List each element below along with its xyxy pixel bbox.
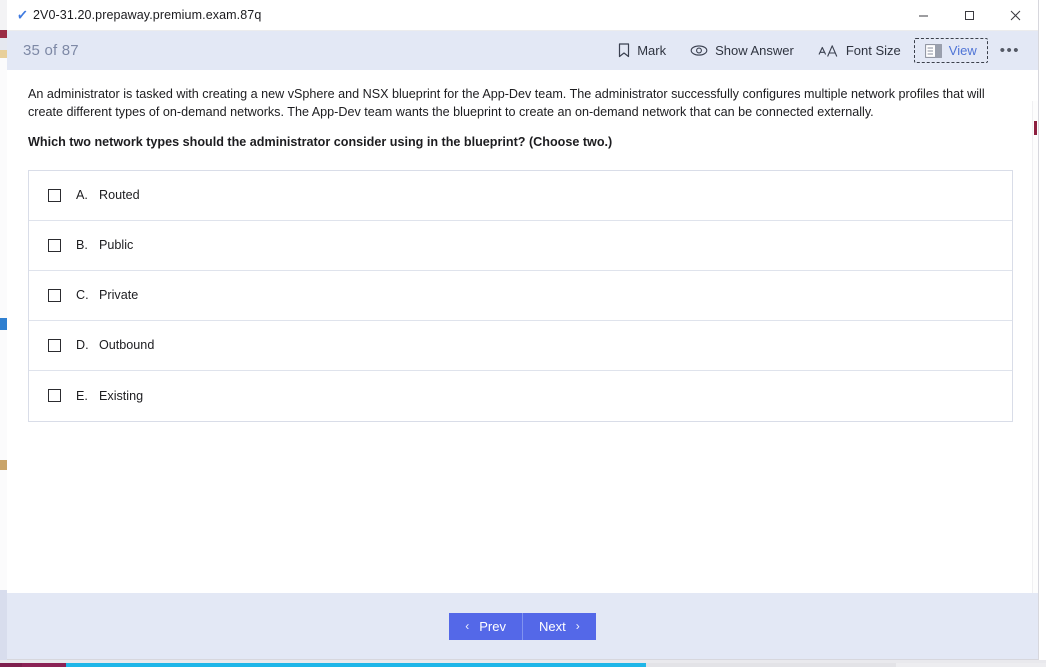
mark-label: Mark: [637, 43, 667, 58]
background-taskbar-strip: [0, 660, 1046, 667]
answer-option-e[interactable]: E. Existing: [29, 371, 1012, 421]
close-button[interactable]: [992, 0, 1038, 31]
question-stem: An administrator is tasked with creating…: [28, 87, 985, 119]
option-c-label: C. Private: [76, 288, 138, 302]
chevron-left-icon: ‹: [465, 619, 470, 633]
chevron-right-icon: ›: [575, 619, 580, 633]
toolbar-buttons: Mark Show Answer Font Size View •••: [607, 38, 1030, 63]
question-prompt: Which two network types should the admin…: [28, 134, 613, 149]
edge-marker: [1034, 121, 1037, 135]
view-label: View: [948, 43, 977, 58]
question-text: An administrator is tasked with creating…: [28, 86, 990, 152]
option-d-label: D. Outbound: [76, 338, 154, 352]
answer-option-d[interactable]: D. Outbound: [29, 321, 1012, 371]
option-e-text: Existing: [99, 388, 144, 403]
answer-option-b[interactable]: B. Public: [29, 221, 1012, 271]
nav-button-group: ‹ Prev Next ›: [449, 612, 596, 640]
checkbox-e[interactable]: [48, 389, 61, 403]
checkbox-c[interactable]: [48, 288, 61, 302]
eye-icon: [690, 44, 708, 57]
option-c-letter: C.: [76, 288, 89, 303]
option-b-text: Public: [99, 238, 134, 253]
answer-option-a[interactable]: A. Routed: [29, 171, 1012, 221]
content-right-edge: [1032, 101, 1038, 593]
mark-button[interactable]: Mark: [607, 38, 677, 63]
option-a-text: Routed: [99, 188, 140, 203]
checkbox-b[interactable]: [48, 238, 61, 252]
answer-options-list: A. Routed B. Public C. Private D. Outbou…: [28, 169, 1013, 422]
option-a-label: A. Routed: [76, 188, 140, 202]
next-label: Next: [539, 618, 566, 634]
font-size-button[interactable]: Font Size: [807, 38, 912, 63]
view-button[interactable]: View: [913, 38, 988, 63]
exam-toolbar: 35 of 87 Mark Show Answer Font Size View…: [7, 31, 1038, 70]
app-logo-checkmark-icon: ✓: [15, 5, 29, 25]
window-title: 2V0-31.20.prepaway.premium.exam.87q: [33, 8, 262, 22]
show-answer-label: Show Answer: [715, 43, 794, 58]
option-d-text: Outbound: [99, 338, 155, 353]
option-b-label: B. Public: [76, 238, 133, 252]
layout-panes-icon: [924, 43, 942, 58]
bookmark-icon: [618, 43, 630, 58]
question-content-area: An administrator is tasked with creating…: [7, 70, 1038, 593]
option-e-label: E. Existing: [76, 389, 143, 403]
next-button[interactable]: Next ›: [523, 612, 596, 640]
minimize-button[interactable]: [900, 0, 946, 31]
question-counter: 35 of 87: [23, 42, 79, 59]
prev-label: Prev: [479, 618, 506, 634]
option-c-text: Private: [99, 288, 139, 303]
option-e-letter: E.: [76, 388, 88, 403]
font-size-label: Font Size: [845, 43, 901, 58]
prev-button[interactable]: ‹ Prev: [449, 612, 523, 640]
window-controls: [900, 0, 1038, 31]
answer-option-c[interactable]: C. Private: [29, 271, 1012, 321]
font-size-icon: [818, 44, 839, 58]
option-b-letter: B.: [76, 238, 88, 253]
exam-simulator-window: ✓ 2V0-31.20.prepaway.premium.exam.87q 35…: [7, 0, 1039, 660]
maximize-button[interactable]: [946, 0, 992, 31]
checkbox-d[interactable]: [48, 338, 61, 352]
option-d-letter: D.: [76, 338, 89, 353]
show-answer-button[interactable]: Show Answer: [679, 38, 805, 63]
option-a-letter: A.: [76, 188, 88, 203]
title-bar: ✓ 2V0-31.20.prepaway.premium.exam.87q: [7, 0, 1038, 31]
overflow-menu-button[interactable]: •••: [990, 42, 1030, 60]
checkbox-a[interactable]: [48, 188, 61, 202]
navigation-footer: ‹ Prev Next ›: [7, 593, 1038, 659]
